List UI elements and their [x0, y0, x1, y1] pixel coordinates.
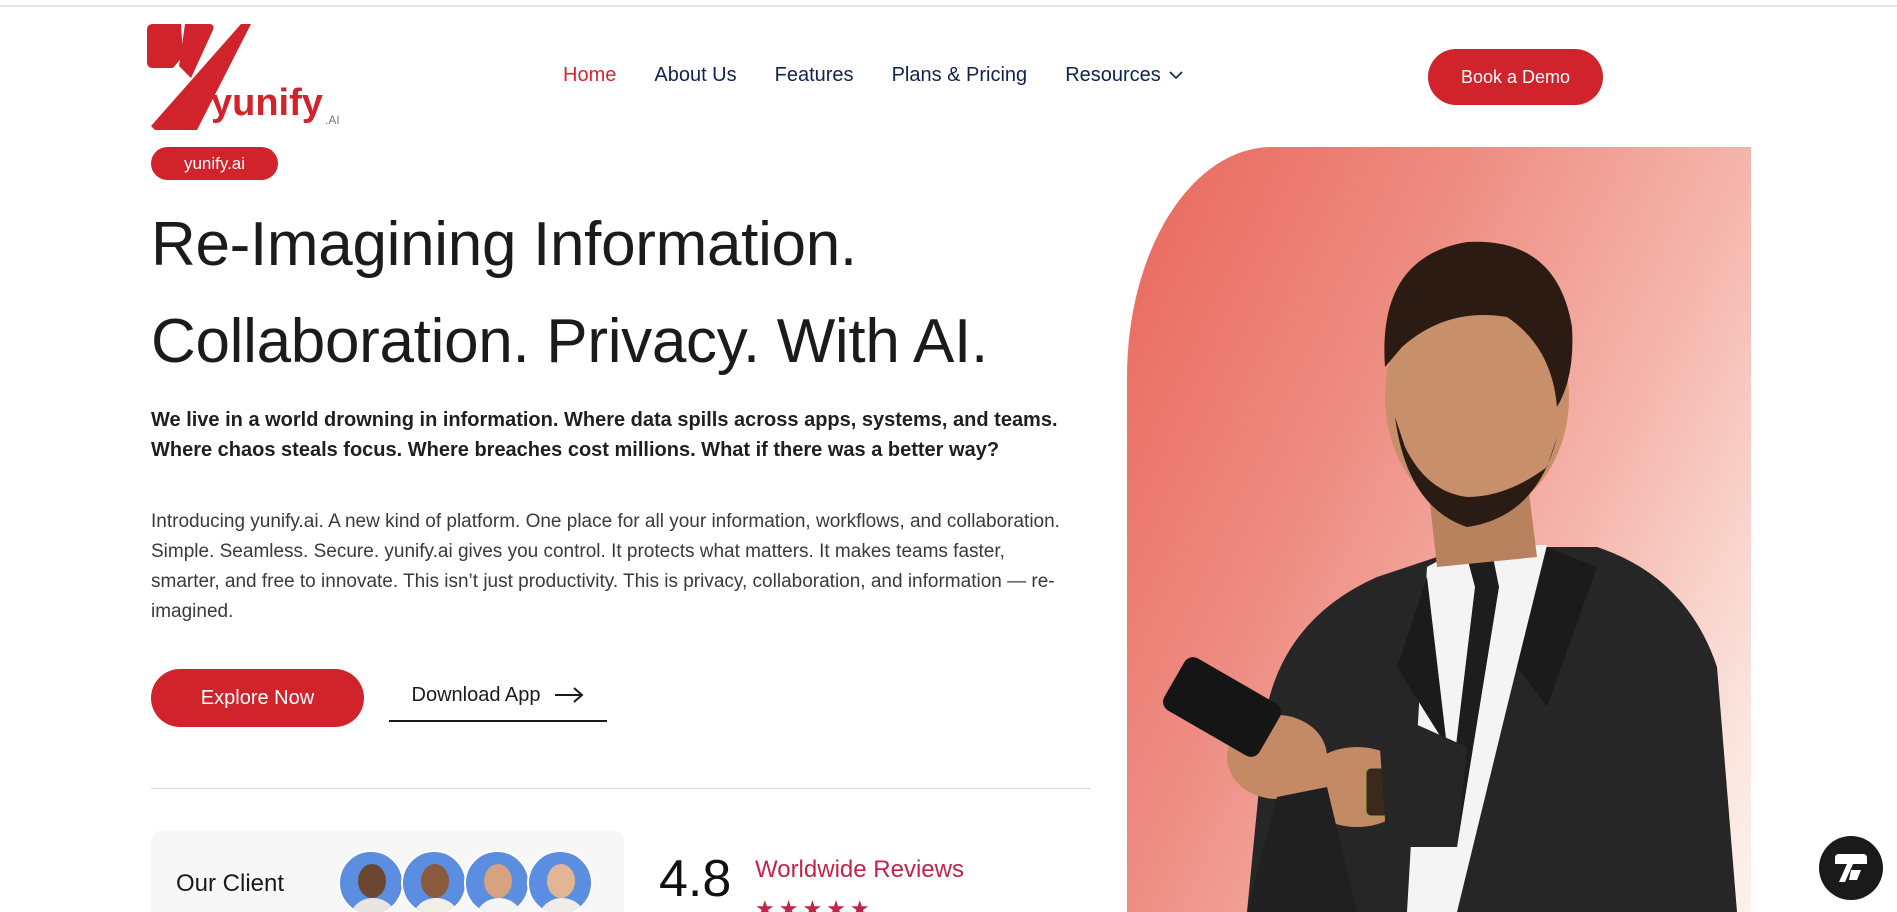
- client-avatars: [338, 850, 593, 912]
- avatar: [338, 850, 404, 912]
- worldwide-reviews-label: Worldwide Reviews: [755, 856, 964, 883]
- yunify-logo[interactable]: yunify .AI: [145, 22, 345, 134]
- nav-about-us[interactable]: About Us: [654, 64, 736, 87]
- explore-now-button[interactable]: Explore Now: [151, 669, 364, 727]
- arrow-right-icon: [555, 687, 585, 703]
- nav-home[interactable]: Home: [563, 64, 616, 87]
- nav-home-label: Home: [563, 64, 617, 86]
- hero-body-text: Introducing yunify.ai. A new kind of pla…: [151, 511, 1060, 622]
- nav-about-label: About Us: [654, 64, 737, 86]
- main-nav: Home About Us Features Plans & Pricing R…: [563, 64, 1221, 87]
- section-divider: [151, 788, 1091, 789]
- hero-image: [1127, 147, 1751, 912]
- download-app-link[interactable]: Download App: [389, 670, 607, 722]
- avatar: [527, 850, 593, 912]
- nav-resources[interactable]: Resources: [1065, 64, 1183, 87]
- nav-resources-label: Resources: [1065, 64, 1161, 86]
- chat-widget-icon: [1835, 854, 1867, 882]
- brand-badge: yunify.ai: [151, 147, 278, 180]
- avatar: [464, 850, 530, 912]
- our-client-card: Our Client: [151, 831, 624, 912]
- our-client-label: Our Client: [176, 870, 285, 897]
- headline-line-2: Collaboration. Privacy. With AI.: [151, 307, 988, 376]
- avatar: [401, 850, 467, 912]
- nav-plans-label: Plans & Pricing: [891, 64, 1028, 86]
- book-demo-button[interactable]: Book a Demo: [1428, 49, 1603, 105]
- download-app-label: Download App: [411, 683, 541, 706]
- chevron-down-icon: [1169, 71, 1183, 80]
- rating-score: 4.8: [659, 850, 732, 908]
- logo-wordmark: yunify: [211, 82, 323, 124]
- headline-line-1: Re-Imagining Information.: [151, 210, 857, 279]
- businessman-illustration: [1163, 241, 1737, 912]
- nav-features[interactable]: Features: [775, 64, 854, 87]
- rating-stars: ★★★★★: [755, 896, 874, 912]
- logo-suffix: .AI: [325, 113, 340, 127]
- nav-plans-pricing[interactable]: Plans & Pricing: [892, 64, 1028, 87]
- chat-widget-button[interactable]: [1819, 836, 1883, 900]
- top-border: [0, 5, 1897, 7]
- nav-features-label: Features: [774, 64, 854, 86]
- hero-lead-text: We live in a world drowning in informati…: [151, 409, 1058, 461]
- hero-headline: Re-Imagining Information. Collaboration.…: [151, 196, 988, 390]
